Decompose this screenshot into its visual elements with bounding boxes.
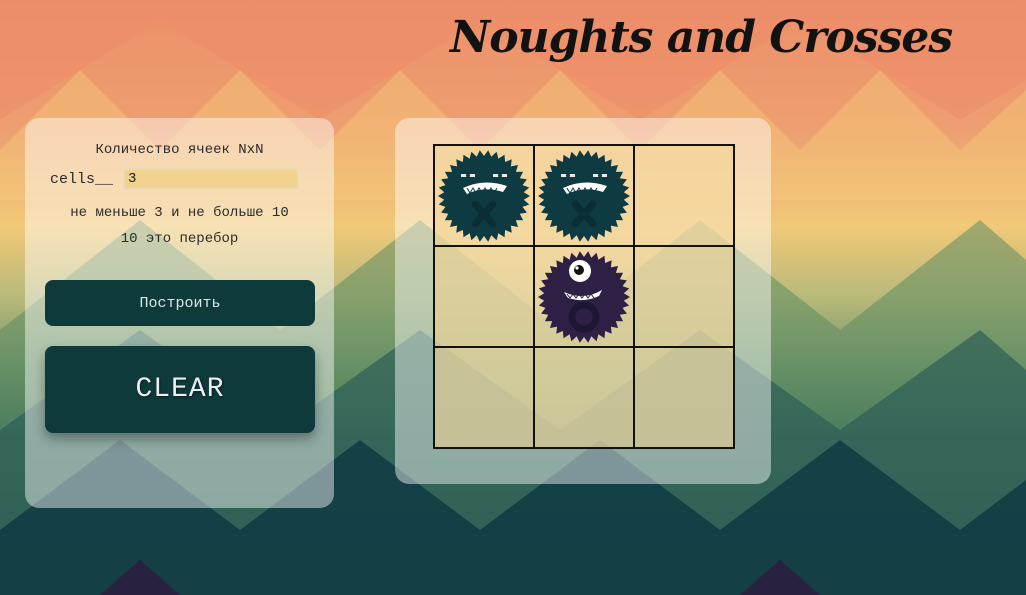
board-cell[interactable] — [634, 347, 734, 448]
game-board — [433, 144, 735, 449]
cells-label: cells__ — [50, 170, 114, 188]
board-cell[interactable] — [434, 246, 534, 347]
build-button[interactable]: Построить — [45, 280, 315, 326]
board-cell[interactable] — [534, 145, 634, 246]
board-cell[interactable] — [634, 145, 734, 246]
clear-button[interactable]: CLEAR — [45, 346, 315, 433]
board-panel — [395, 118, 771, 484]
board-cell[interactable] — [534, 246, 634, 347]
board-cell[interactable] — [634, 246, 734, 347]
nought-monster-icon — [538, 251, 630, 343]
board-cell[interactable] — [534, 347, 634, 448]
settings-panel: Количество ячеек NxN cells__ не меньше 3… — [25, 118, 334, 508]
range-hint: не меньше 3 и не больше 10 — [70, 205, 289, 221]
cells-row: cells__ — [50, 168, 300, 190]
board-cell[interactable] — [434, 347, 534, 448]
cross-monster-icon — [538, 150, 630, 242]
cells-caption: Количество ячеек NxN — [95, 142, 264, 158]
cross-monster-icon — [438, 150, 530, 242]
page-title: Noughts and Crosses — [450, 12, 953, 63]
cells-input[interactable] — [123, 168, 300, 190]
overflow-hint: 10 это перебор — [120, 231, 239, 247]
board-cell[interactable] — [434, 145, 534, 246]
